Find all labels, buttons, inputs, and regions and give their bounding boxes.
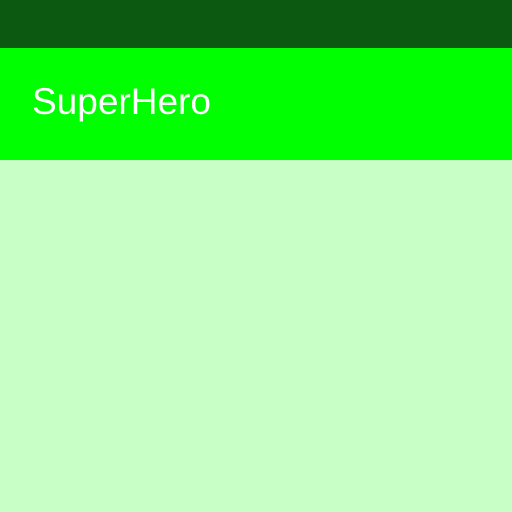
- app-title: SuperHero: [32, 81, 211, 122]
- app-screen: SuperHero: [0, 0, 512, 512]
- status-bar: [0, 0, 512, 48]
- content-area: [0, 160, 512, 512]
- app-bar: SuperHero: [0, 48, 512, 160]
